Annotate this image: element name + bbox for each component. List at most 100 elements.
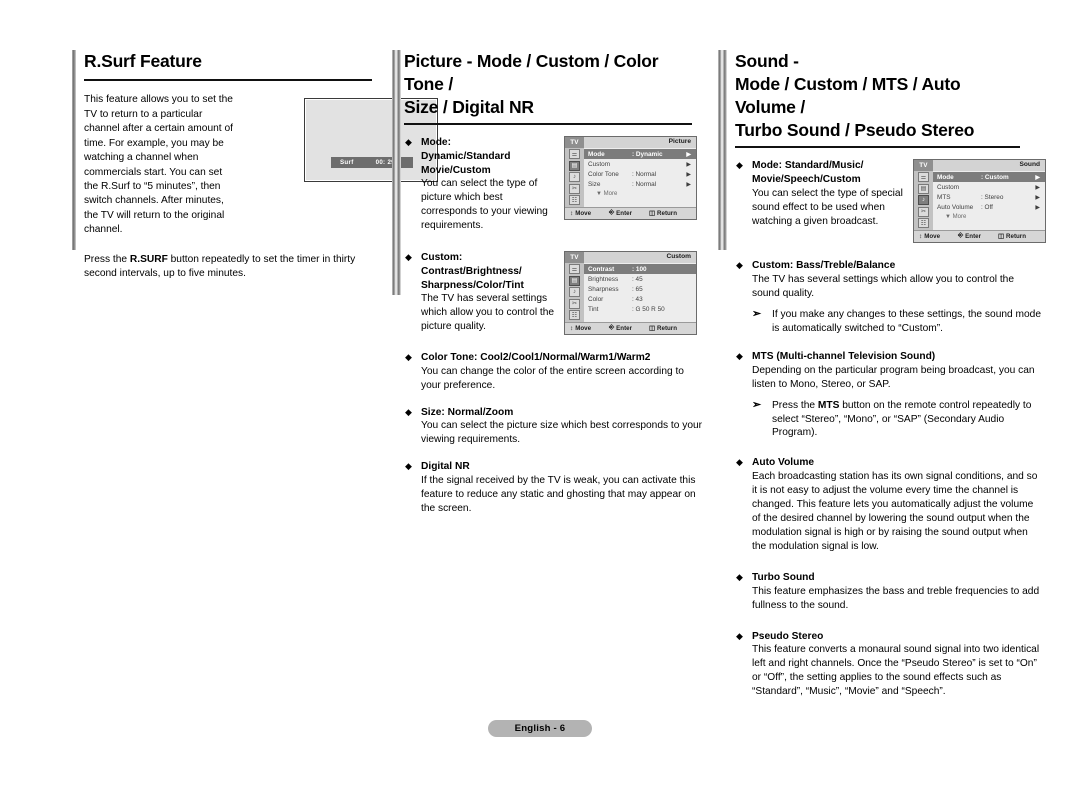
rsurf-press-note: Press the R.SURF button repeatedly to se… [84,253,374,282]
heading-line: Dynamic/Standard [421,150,511,162]
osd-row-more[interactable]: ▼ More [933,212,1045,222]
osd-row-color-tone[interactable]: Color Tone : Normal ▶ [584,169,696,179]
title-divider [735,146,1020,149]
setup-icon[interactable]: ☷ [569,310,580,321]
osd-enter-action[interactable]: ⎆ Enter [958,232,981,240]
osd-row-mode[interactable]: Mode : Custom ▶ [933,172,1045,183]
osd-title: Sound [1019,161,1040,169]
chevron-right-icon: ▶ [1035,204,1040,211]
osd-row-label: MTS [937,193,951,201]
osd-return-action[interactable]: ◫ Return [649,324,677,333]
chevron-right-icon: ▶ [686,151,691,158]
heading-line: Custom: [421,252,463,264]
heading-line: Movie/Custom [421,164,491,176]
osd-icon-rail: ⚌ ▤ ♪ ✂ ☷ [914,171,933,230]
osd-enter-action[interactable]: ⎆ Enter [609,209,632,217]
list-item-auto-volume: ◆ Auto Volume Each broadcasting station … [735,456,1042,553]
chevron-right-icon: ▶ [686,181,691,188]
osd-move-action[interactable]: ↕ Move [570,210,591,217]
picture-icon[interactable]: ▤ [569,275,580,286]
osd-row-mode[interactable]: Mode : Dynamic ▶ [584,149,696,160]
osd-move-action[interactable]: ↕ Move [570,325,591,332]
osd-row-custom[interactable]: Custom ▶ [584,159,696,169]
osd-row-value: : Stereo [981,193,1004,201]
osd-title-bar: TV Sound [914,160,1045,172]
scissors-icon[interactable]: ✂ [569,183,580,194]
list-item-turbo-sound: ◆ Turbo Sound This feature emphasizes th… [735,571,1042,613]
osd-row-label: Mode [588,150,605,158]
osd-row-label: Auto Volume [937,203,974,211]
item-description: You can select the type of picture which… [421,178,548,232]
osd-body: ⚌ ▤ ♪ ✂ ☷ Contrast : 100 Brightness: 45… [565,263,696,322]
press-note-bold: R.SURF [129,253,168,265]
antenna-icon[interactable]: ⚌ [918,172,929,183]
list-item-mode: ◆ Mode: Dynamic/Standard Movie/Custom Yo… [404,136,697,233]
scissors-icon[interactable]: ✂ [569,298,580,309]
osd-row-label: Contrast [588,265,615,273]
scissors-icon[interactable]: ✂ [918,206,929,217]
antenna-icon[interactable]: ⚌ [569,264,580,275]
speaker-icon[interactable]: ♪ [569,172,580,183]
diamond-bullet-icon: ◆ [736,630,743,641]
osd-return-action[interactable]: ◫ Return [998,232,1026,241]
title-divider [84,79,372,82]
osd-row-color[interactable]: Color : 43 [584,294,696,304]
column-mid-rule [392,50,401,295]
osd-row-size[interactable]: Size : Normal ▶ [584,179,696,189]
osd-row-value: : 43 [632,295,643,303]
osd-row-auto-volume[interactable]: Auto Volume : Off ▶ [933,202,1045,212]
item-heading: Mode: Standard/Music/ Movie/Speech/Custo… [752,159,912,186]
osd-enter-action[interactable]: ⎆ Enter [609,324,632,332]
item-heading: Digital NR [421,461,470,473]
osd-more-label: ▼ More [596,191,618,198]
speaker-icon[interactable]: ♪ [918,195,929,206]
item-heading: Turbo Sound [752,571,815,583]
osd-enter-label: Enter [616,209,632,217]
item-description: Depending on the particular program bein… [752,364,1035,390]
item-note: ➢ If you make any changes to these setti… [752,308,1042,336]
osd-row-label: Size [588,180,601,188]
osd-row-tint[interactable]: Tint : G 50 R 50 [584,304,696,314]
column-picture-settings: Picture - Mode / Custom / Color Tone / S… [392,50,702,527]
heading-line: Sharpness/Color/Tint [421,279,524,291]
osd-enter-label: Enter [965,232,981,240]
title-line: Size / Digital NR [404,97,534,118]
osd-footer-bar: ↕ Move ⎆ Enter ◫ Return [565,206,696,219]
osd-title-bar: TV Custom [565,252,696,264]
osd-row-brightness[interactable]: Brightness : 45 [584,274,696,284]
osd-row-value: : Normal [632,180,657,188]
column-rsurf-feature: R.Surf Feature This feature allows you t… [72,50,438,291]
move-updown-icon: ↕ [570,324,574,332]
picture-icon[interactable]: ▤ [569,160,580,171]
rsurf-intro-text: This feature allows you to set the TV to… [84,93,236,247]
item-description: You can select the type of special sound… [752,187,903,227]
osd-row-contrast[interactable]: Contrast : 100 [584,264,696,275]
setup-icon[interactable]: ☷ [569,195,580,206]
title-divider [404,123,692,126]
item-heading: Size: Normal/Zoom [421,406,514,418]
antenna-icon[interactable]: ⚌ [569,149,580,160]
speaker-icon[interactable]: ♪ [569,287,580,298]
item-heading: Custom: Contrast/Brightness/ Sharpness/C… [421,251,561,292]
list-item-mts: ◆ MTS (Multi-channel Television Sound) D… [735,350,1042,441]
osd-row-label: Custom [937,183,960,191]
osd-row-sharpness[interactable]: Sharpness : 65 [584,284,696,294]
osd-move-action[interactable]: ↕ Move [919,233,940,240]
osd-return-label: Return [1006,232,1026,240]
osd-row-custom[interactable]: Custom ▶ [933,182,1045,192]
title-line: Turbo Sound / Pseudo Stereo [735,120,975,141]
osd-row-mts[interactable]: MTS : Stereo ▶ [933,192,1045,202]
setup-icon[interactable]: ☷ [918,218,929,229]
osd-row-value: : Off [981,203,993,211]
osd-return-action[interactable]: ◫ Return [649,209,677,218]
osd-row-more[interactable]: ▼ More [584,189,696,199]
chevron-right-icon: ▶ [686,171,691,178]
item-heading: Pseudo Stereo [752,630,824,642]
note-text-pre: Press the [772,399,818,411]
enter-icon: ⎆ [958,232,964,240]
osd-body: ⚌ ▤ ♪ ✂ ☷ Mode : Dynamic ▶ Custom ▶ Colo… [565,148,696,207]
osd-row-label: Custom [588,160,611,168]
osd-row-label: Color Tone [588,170,619,178]
diamond-bullet-icon: ◆ [736,260,743,271]
picture-icon[interactable]: ▤ [918,183,929,194]
